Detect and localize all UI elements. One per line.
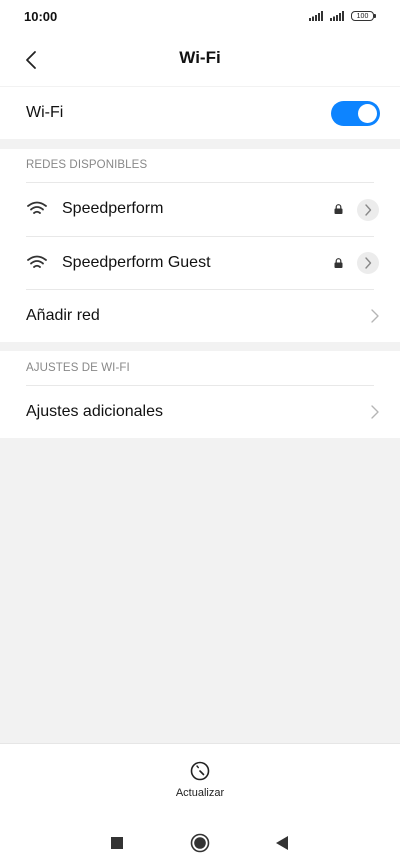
lock-icon <box>334 258 343 268</box>
wifi-settings-card: AJUSTES DE WI-FI Ajustes adicionales <box>0 351 400 438</box>
signal-icon <box>309 11 323 21</box>
status-time: 10:00 <box>24 9 58 24</box>
chevron-right-icon <box>371 405 379 419</box>
toggle-knob <box>358 104 377 123</box>
signal-icon-2 <box>330 11 344 21</box>
recents-square-icon[interactable] <box>111 837 123 849</box>
status-bar: 10:00 100 <box>0 0 400 34</box>
wifi-toggle-switch[interactable] <box>331 101 380 126</box>
network-details-button[interactable] <box>357 252 379 274</box>
section-label-settings: AJUSTES DE WI-FI <box>26 362 130 374</box>
home-circle-icon[interactable] <box>190 833 210 853</box>
additional-settings-row[interactable]: Ajustes adicionales <box>0 386 400 438</box>
wifi-toggle-card: Wi-Fi <box>0 87 400 139</box>
add-network-row[interactable]: Añadir red <box>0 290 400 342</box>
network-name: Speedperform Guest <box>62 254 211 271</box>
chevron-right-icon <box>365 257 372 269</box>
battery-icon: 100 <box>351 11 376 21</box>
back-triangle-icon[interactable] <box>275 835 289 851</box>
network-name: Speedperform <box>62 200 164 217</box>
bottom-action-bar: Actualizar <box>0 743 400 821</box>
network-row-speedperform[interactable]: Speedperform <box>0 183 400 236</box>
network-details-button[interactable] <box>357 199 379 221</box>
add-network-label: Añadir red <box>26 307 100 324</box>
network-row-speedperform-guest[interactable]: Speedperform Guest <box>0 237 400 289</box>
refresh-button[interactable]: Actualizar <box>160 752 240 812</box>
chevron-right-icon <box>365 204 372 216</box>
additional-settings-label: Ajustes adicionales <box>26 403 163 420</box>
page-title: Wi-Fi <box>179 48 221 67</box>
wifi-toggle-label: Wi-Fi <box>26 104 64 121</box>
section-label-networks: REDES DISPONIBLES <box>26 159 148 171</box>
refresh-label: Actualizar <box>175 787 225 799</box>
refresh-icon <box>190 761 210 781</box>
chevron-right-icon <box>371 309 379 323</box>
available-networks-card: REDES DISPONIBLES Speedperform Speedperf… <box>0 149 400 342</box>
navigation-bar <box>0 820 400 866</box>
wifi-signal-icon <box>27 201 47 214</box>
page-header: Wi-Fi <box>0 34 400 86</box>
wifi-signal-icon <box>27 255 47 268</box>
lock-icon <box>334 204 343 214</box>
